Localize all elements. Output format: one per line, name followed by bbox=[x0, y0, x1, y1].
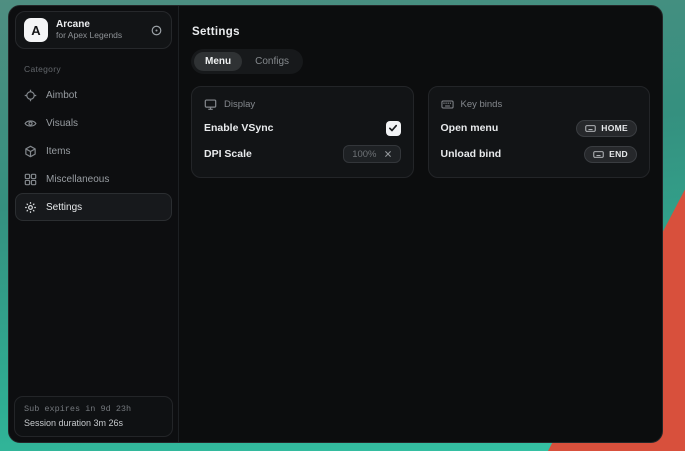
eye-icon bbox=[24, 117, 37, 130]
monitor-icon bbox=[204, 98, 217, 111]
main-content: Settings Menu Configs Display bbox=[179, 6, 662, 442]
open-menu-row: Open menu HOME bbox=[441, 116, 638, 140]
tab-menu[interactable]: Menu bbox=[194, 52, 242, 71]
settings-cards: Display Enable VSync DPI Scale bbox=[191, 86, 650, 178]
sub-expiry-text: Sub expires in 9d 23h bbox=[24, 404, 163, 414]
check-icon bbox=[388, 123, 398, 133]
unload-key: END bbox=[609, 149, 628, 159]
keybinds-card-header: Key binds bbox=[441, 98, 638, 111]
open-menu-keybind-button[interactable]: HOME bbox=[576, 120, 637, 137]
sidebar-item-label: Aimbot bbox=[46, 90, 77, 101]
dpi-row: DPI Scale 100% bbox=[204, 142, 401, 166]
clear-icon[interactable] bbox=[384, 150, 392, 158]
sidebar-item-aimbot[interactable]: Aimbot bbox=[15, 81, 172, 109]
tab-bar: Menu Configs bbox=[191, 49, 303, 74]
unload-keybind-button[interactable]: END bbox=[584, 146, 637, 163]
keyboard-icon bbox=[593, 149, 604, 160]
dpi-label: DPI Scale bbox=[204, 148, 252, 160]
subscription-info-card: Sub expires in 9d 23h Session duration 3… bbox=[14, 396, 173, 437]
session-duration-text: Session duration 3m 26s bbox=[24, 418, 163, 428]
scope-icon[interactable] bbox=[150, 24, 163, 37]
open-menu-key: HOME bbox=[601, 123, 628, 133]
keyboard-icon bbox=[585, 123, 596, 134]
app-titles: Arcane for Apex Legends bbox=[56, 19, 122, 41]
vsync-row: Enable VSync bbox=[204, 116, 401, 140]
crosshair-icon bbox=[24, 89, 37, 102]
sidebar-item-label: Miscellaneous bbox=[46, 174, 109, 185]
app-subtitle: for Apex Legends bbox=[56, 31, 122, 41]
unload-bind-row: Unload bind END bbox=[441, 142, 638, 166]
sidebar-item-label: Settings bbox=[46, 202, 82, 213]
arcane-logo: A bbox=[24, 18, 48, 42]
keybinds-card: Key binds Open menu HOME Unload bin bbox=[428, 86, 651, 178]
sidebar-item-miscellaneous[interactable]: Miscellaneous bbox=[15, 165, 172, 193]
dpi-scale-input[interactable]: 100% bbox=[343, 145, 400, 163]
desktop-background: { "app": { "logo_letter": "A", "name": "… bbox=[0, 0, 685, 451]
sidebar-item-visuals[interactable]: Visuals bbox=[15, 109, 172, 137]
open-menu-label: Open menu bbox=[441, 122, 499, 134]
sidebar-item-label: Visuals bbox=[46, 118, 78, 129]
keyboard-icon bbox=[441, 98, 454, 111]
sidebar-item-items[interactable]: Items bbox=[15, 137, 172, 165]
sidebar-item-label: Items bbox=[46, 146, 70, 157]
vsync-checkbox[interactable] bbox=[386, 121, 401, 136]
category-label: Category bbox=[24, 64, 172, 74]
dpi-value: 100% bbox=[352, 149, 376, 160]
arcane-menu-window: A Arcane for Apex Legends Category Aimbo bbox=[8, 5, 663, 443]
app-header-card: A Arcane for Apex Legends bbox=[15, 11, 172, 49]
cube-icon bbox=[24, 145, 37, 158]
display-card-title: Display bbox=[224, 99, 255, 110]
display-card-header: Display bbox=[204, 98, 401, 111]
unload-bind-label: Unload bind bbox=[441, 148, 502, 160]
app-name: Arcane bbox=[56, 19, 122, 31]
sidebar: A Arcane for Apex Legends Category Aimbo bbox=[9, 6, 179, 442]
tab-configs[interactable]: Configs bbox=[244, 52, 300, 71]
display-card: Display Enable VSync DPI Scale bbox=[191, 86, 414, 178]
grid-icon bbox=[24, 173, 37, 186]
page-title: Settings bbox=[192, 26, 650, 38]
vsync-label: Enable VSync bbox=[204, 122, 273, 134]
gear-icon bbox=[24, 201, 37, 214]
sidebar-item-settings[interactable]: Settings bbox=[15, 193, 172, 221]
keybinds-card-title: Key binds bbox=[461, 99, 503, 110]
